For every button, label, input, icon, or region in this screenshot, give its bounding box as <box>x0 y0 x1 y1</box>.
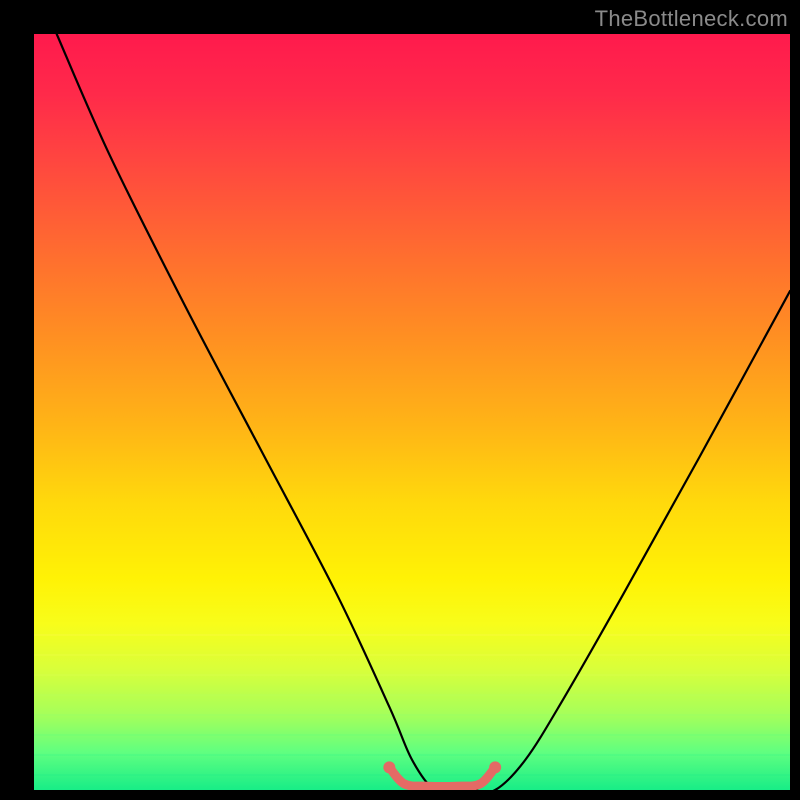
accent-curve <box>389 767 495 786</box>
watermark-text: TheBottleneck.com <box>595 6 788 32</box>
main-curve <box>57 34 790 790</box>
curves-svg <box>34 34 790 790</box>
plot-area <box>34 34 790 790</box>
accent-endpoint <box>489 761 501 773</box>
accent-endpoint <box>383 761 395 773</box>
chart-frame: TheBottleneck.com <box>0 0 800 800</box>
